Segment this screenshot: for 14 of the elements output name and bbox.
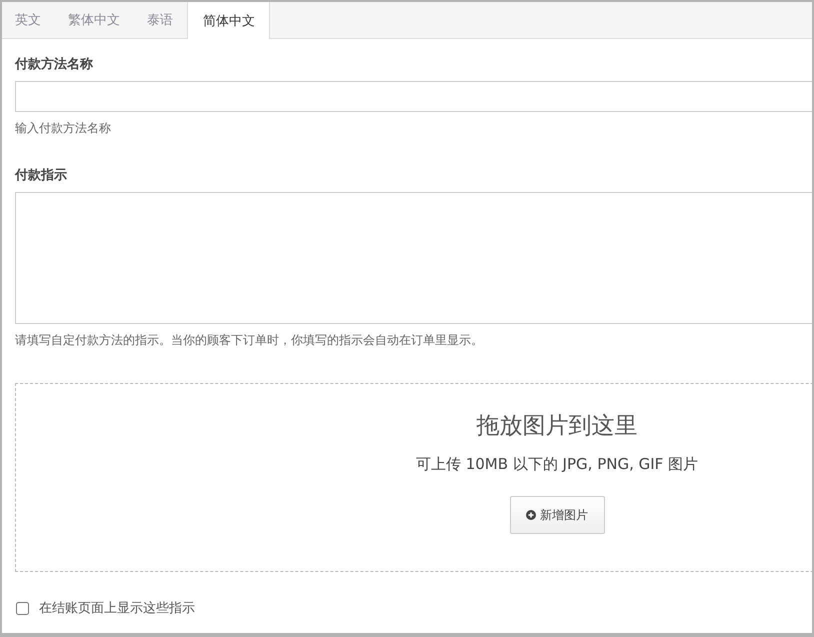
drop-subtitle: 可上传 10MB 以下的 JPG, PNG, GIF 图片 [416, 455, 698, 474]
language-tab[interactable]: 简体中文 [187, 2, 270, 39]
input-field[interactable] [15, 81, 812, 112]
field-label: 付款方法名称 [15, 56, 94, 73]
text-area[interactable] [15, 192, 812, 324]
field-label: 付款指示 [15, 167, 68, 184]
help-text: 请填写自定付款方法的指示。当你的顾客下订单时，你填写的指示会自动在订单里显示。 [15, 332, 484, 349]
drop-zone[interactable]: 拖放图片到这里 可上传 10MB 以下的 JPG, PNG, GIF 图片 新增图片 [15, 383, 812, 572]
plus-circle-icon [526, 510, 536, 520]
checkbox-label: 在结账页面上显示这些指示 [39, 600, 195, 617]
checkbox[interactable] [16, 602, 29, 614]
drop-title: 拖放图片到这里 [476, 412, 638, 441]
help-text: 输入付款方法名称 [15, 120, 112, 137]
add-image-button[interactable]: 新增图片 [510, 496, 604, 534]
